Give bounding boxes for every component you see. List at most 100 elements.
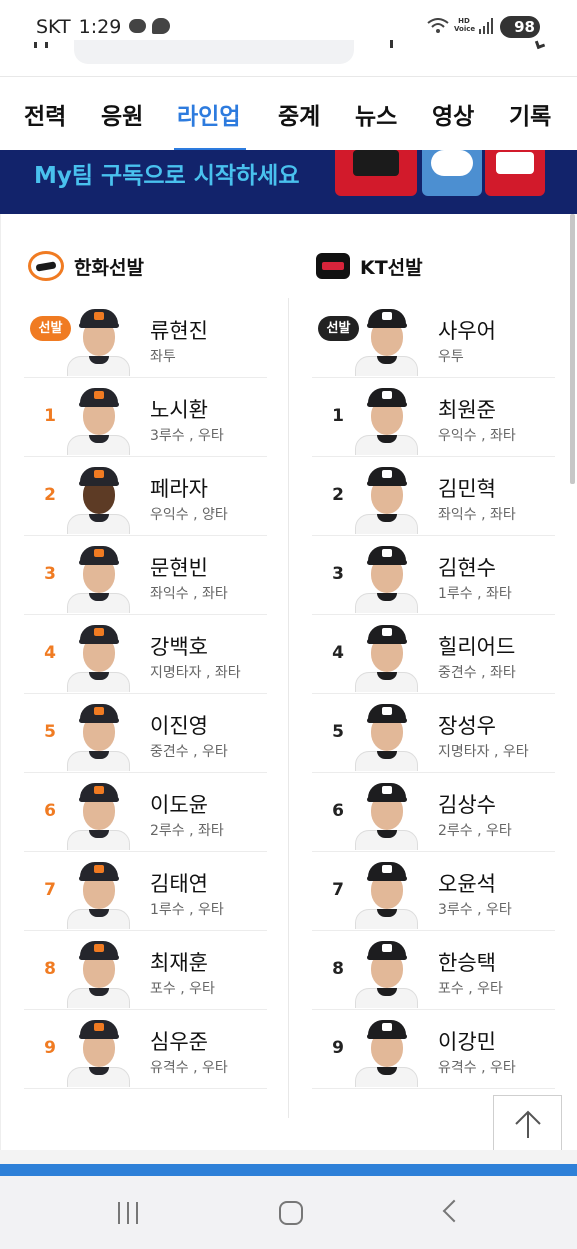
starting-pitcher-badge: 선발 xyxy=(30,316,71,341)
player-photo[interactable] xyxy=(355,938,418,1008)
player-photo[interactable] xyxy=(67,464,130,534)
player-photo[interactable] xyxy=(355,306,418,376)
player-photo[interactable] xyxy=(355,543,418,613)
away-lineup-row[interactable]: 1 최원준 우익수 , 좌타 xyxy=(312,378,555,457)
carrier-label: SKT xyxy=(36,16,71,38)
tab-cheer[interactable]: 응원 xyxy=(101,97,143,131)
player-name[interactable]: 강백호 xyxy=(150,631,208,661)
player-name[interactable]: 사우어 xyxy=(438,315,496,345)
home-team-label: 한화선발 xyxy=(74,256,144,279)
home-lineup-row[interactable]: 3 문현빈 좌익수 , 좌타 xyxy=(24,536,267,615)
myteam-banner[interactable]: My팀 구독으로 시작하세요 xyxy=(0,150,577,214)
player-name[interactable]: 이진영 xyxy=(150,710,208,740)
back-icon[interactable] xyxy=(442,1199,466,1223)
hd-voice-icon: HD Voice xyxy=(454,17,476,33)
tab-broadcast[interactable]: 중계 xyxy=(278,97,320,131)
player-position: 1루수 , 우타 xyxy=(150,902,224,918)
scroll-to-top-button[interactable] xyxy=(493,1095,562,1155)
player-photo[interactable] xyxy=(355,701,418,771)
home-lineup-row[interactable]: 1 노시환 3루수 , 우타 xyxy=(24,378,267,457)
player-position: 좌익수 , 좌타 xyxy=(438,507,516,523)
player-name[interactable]: 최재훈 xyxy=(150,947,208,977)
player-name[interactable]: 오윤석 xyxy=(438,868,496,898)
team-logo-tile xyxy=(422,150,482,196)
player-photo[interactable] xyxy=(355,385,418,455)
home-lineup-row[interactable]: 2 페라자 우익수 , 양타 xyxy=(24,457,267,536)
recent-apps-icon[interactable] xyxy=(118,1202,140,1224)
player-position: 지명타자 , 좌타 xyxy=(150,665,241,681)
player-photo[interactable] xyxy=(67,938,130,1008)
player-position: 유격수 , 우타 xyxy=(150,1060,228,1076)
player-name[interactable]: 힐리어드 xyxy=(438,631,515,661)
player-name[interactable]: 최원준 xyxy=(438,394,496,424)
player-name[interactable]: 김민혁 xyxy=(438,473,496,503)
starting-pitcher-badge: 선발 xyxy=(318,316,359,341)
home-lineup-row[interactable]: 9 심우준 유격수 , 우타 xyxy=(24,1010,267,1089)
home-team-header: 한화선발 xyxy=(28,251,144,281)
menu-icon[interactable] xyxy=(34,42,48,48)
player-position: 우익수 , 좌타 xyxy=(438,428,516,444)
player-name[interactable]: 페라자 xyxy=(150,473,208,503)
home-lineup-row[interactable]: 5 이진영 중견수 , 우타 xyxy=(24,694,267,773)
player-name[interactable]: 이강민 xyxy=(438,1026,496,1056)
player-name[interactable]: 이도윤 xyxy=(150,789,208,819)
home-lineup-row[interactable]: 선발 류현진좌투 xyxy=(24,299,267,378)
tab-power[interactable]: 전력 xyxy=(24,97,66,131)
player-name[interactable]: 한승택 xyxy=(438,947,496,977)
player-name[interactable]: 류현진 xyxy=(150,315,208,345)
more-icon[interactable] xyxy=(390,40,393,48)
system-nav-bar xyxy=(0,1176,577,1249)
player-position: 좌익수 , 좌타 xyxy=(150,586,228,602)
away-lineup-row[interactable]: 4 힐리어드 중견수 , 좌타 xyxy=(312,615,555,694)
player-name[interactable]: 문현빈 xyxy=(150,552,208,582)
player-position: 좌투 xyxy=(150,349,176,365)
carrier-time: SKT 1:29 xyxy=(36,16,121,38)
player-photo[interactable] xyxy=(67,622,130,692)
player-photo[interactable] xyxy=(67,543,130,613)
home-lineup-row[interactable]: 7 김태연 1루수 , 우타 xyxy=(24,852,267,931)
player-photo[interactable] xyxy=(67,1017,130,1087)
away-lineup-row[interactable]: 8 한승택 포수 , 우타 xyxy=(312,931,555,1010)
player-photo[interactable] xyxy=(355,780,418,850)
tab-news[interactable]: 뉴스 xyxy=(355,97,397,131)
home-lineup-row[interactable]: 6 이도윤 2루수 , 좌타 xyxy=(24,773,267,852)
player-position: 1루수 , 좌타 xyxy=(438,586,512,602)
away-lineup-row[interactable]: 5 장성우 지명타자 , 우타 xyxy=(312,694,555,773)
player-photo[interactable] xyxy=(67,780,130,850)
player-name[interactable]: 장성우 xyxy=(438,710,496,740)
away-lineup-row[interactable]: 선발 사우어우투 xyxy=(312,299,555,378)
home-lineup-row[interactable]: 4 강백호 지명타자 , 좌타 xyxy=(24,615,267,694)
player-name[interactable]: 김상수 xyxy=(438,789,496,819)
player-photo[interactable] xyxy=(67,859,130,929)
scrollbar[interactable] xyxy=(570,214,575,484)
player-name[interactable]: 김현수 xyxy=(438,552,496,582)
tab-record[interactable]: 기록 xyxy=(509,97,551,131)
away-lineup-row[interactable]: 3 김현수 1루수 , 좌타 xyxy=(312,536,555,615)
player-position: 3루수 , 우타 xyxy=(150,428,224,444)
player-name[interactable]: 심우준 xyxy=(150,1026,208,1056)
player-photo[interactable] xyxy=(355,464,418,534)
search-bar[interactable] xyxy=(74,40,354,64)
away-lineup-row[interactable]: 7 오윤석 3루수 , 우타 xyxy=(312,852,555,931)
player-name[interactable]: 노시환 xyxy=(150,394,208,424)
player-photo[interactable] xyxy=(355,622,418,692)
player-photo[interactable] xyxy=(355,859,418,929)
away-lineup-row[interactable]: 2 김민혁 좌익수 , 좌타 xyxy=(312,457,555,536)
clock: 1:29 xyxy=(78,16,122,38)
talk-bubble-icon xyxy=(152,18,170,34)
away-team-label: KT선발 xyxy=(360,256,423,279)
tab-lineup[interactable]: 라인업 xyxy=(177,97,240,131)
away-lineup-row[interactable]: 9 이강민 유격수 , 우타 xyxy=(312,1010,555,1089)
column-divider xyxy=(288,298,289,1118)
player-position: 우투 xyxy=(438,349,464,365)
player-photo[interactable] xyxy=(67,306,130,376)
player-photo[interactable] xyxy=(67,385,130,455)
player-name[interactable]: 김태연 xyxy=(150,868,208,898)
tab-video[interactable]: 영상 xyxy=(432,97,474,131)
away-lineup-row[interactable]: 6 김상수 2루수 , 우타 xyxy=(312,773,555,852)
home-icon[interactable] xyxy=(279,1201,303,1225)
footer-gap xyxy=(0,1150,577,1164)
player-photo[interactable] xyxy=(67,701,130,771)
player-photo[interactable] xyxy=(355,1017,418,1087)
home-lineup-row[interactable]: 8 최재훈 포수 , 우타 xyxy=(24,931,267,1010)
